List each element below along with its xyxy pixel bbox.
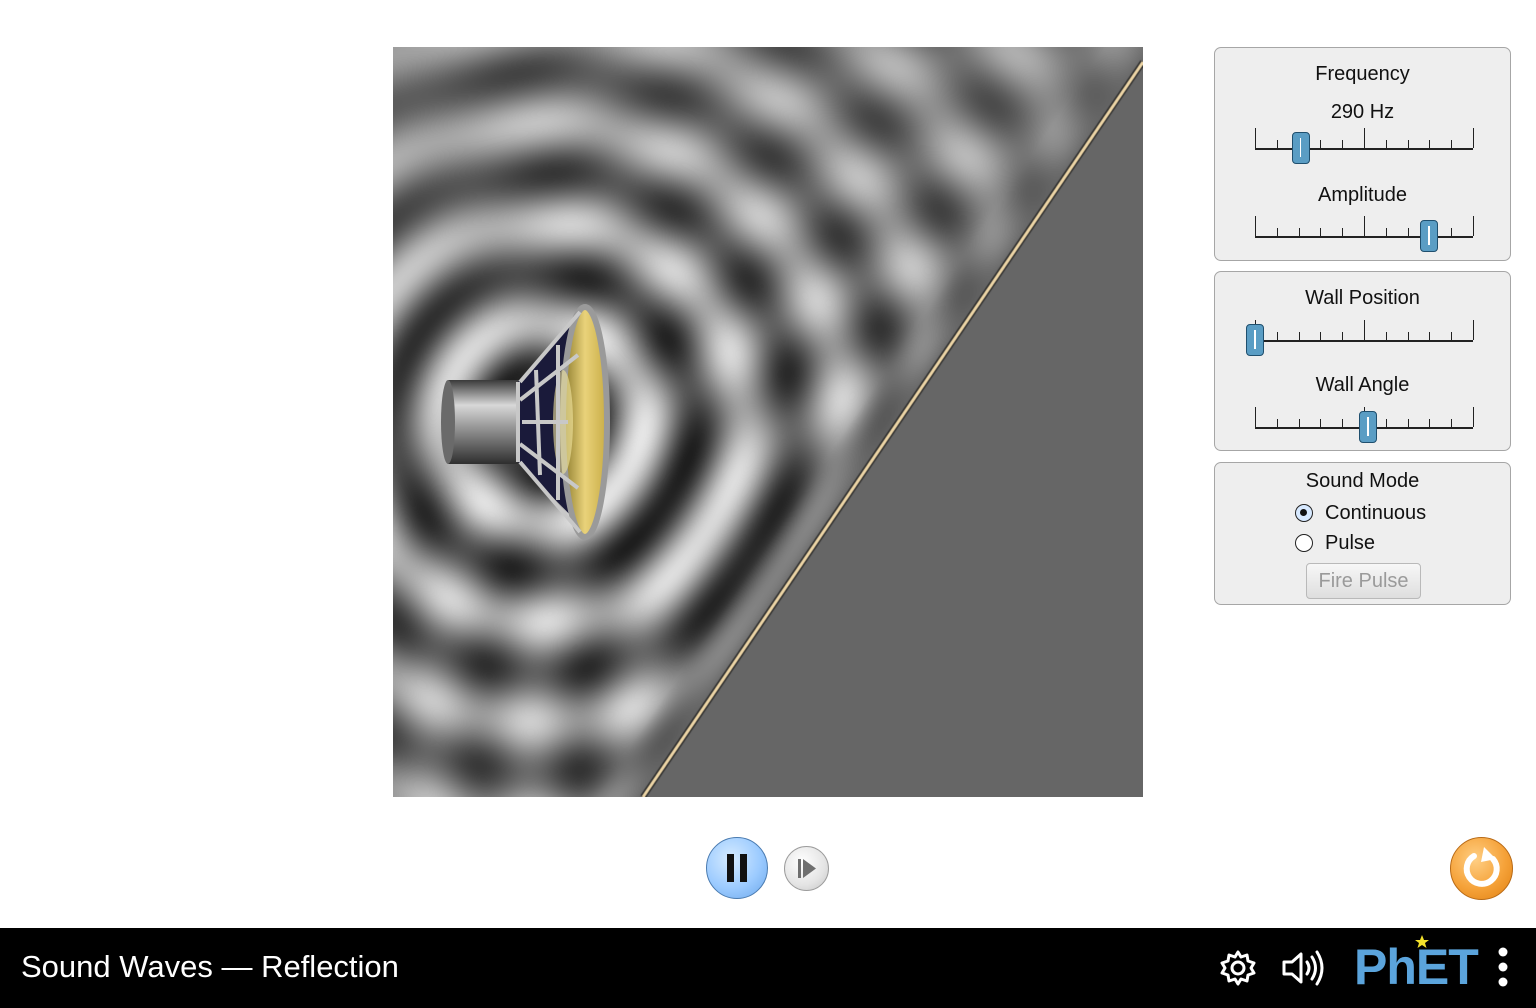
radio-pulse[interactable]: Pulse <box>1295 530 1375 556</box>
play-pause-button[interactable] <box>706 837 768 899</box>
slider-tick <box>1320 140 1322 148</box>
step-forward-button[interactable] <box>784 846 829 891</box>
frequency-slider[interactable] <box>1255 128 1474 172</box>
slider-tick <box>1429 140 1431 148</box>
slider-tick <box>1473 320 1474 340</box>
slider-tick <box>1385 419 1387 427</box>
settings-gear-icon[interactable] <box>1218 948 1258 988</box>
slider-tick <box>1407 228 1409 236</box>
slider-tick <box>1473 216 1474 236</box>
slider-tick <box>1407 140 1409 148</box>
slider-tick <box>1429 419 1431 427</box>
slider-tick <box>1364 320 1365 340</box>
slider-tick <box>1385 332 1387 340</box>
reset-all-button[interactable] <box>1450 837 1513 900</box>
step-forward-icon <box>798 859 816 878</box>
slider-tick <box>1255 216 1256 236</box>
sound-mode-label: Sound Mode <box>1305 470 1420 492</box>
slider-tick <box>1407 332 1409 340</box>
speaker-icon <box>441 304 610 540</box>
phet-logo-star-icon <box>1415 935 1429 948</box>
slider-tick <box>1255 128 1256 148</box>
wall-position-slider[interactable] <box>1246 320 1474 364</box>
frequency-label: Frequency <box>1315 63 1410 85</box>
wall-angle-label: Wall Angle <box>1315 374 1410 396</box>
radio-pulse-indicator[interactable] <box>1295 534 1313 552</box>
slider-track[interactable] <box>1255 148 1473 150</box>
slider-thumb[interactable] <box>1246 324 1264 356</box>
kebab-menu-icon[interactable] <box>1494 946 1512 990</box>
slider-tick <box>1385 140 1387 148</box>
radio-continuous[interactable]: Continuous <box>1295 500 1426 526</box>
slider-tick <box>1276 140 1278 148</box>
wall-position-label: Wall Position <box>1305 287 1420 309</box>
wave-controls-panel: Frequency 290 Hz Amplitude <box>1214 47 1511 261</box>
reset-icon <box>1463 847 1500 887</box>
fire-pulse-button[interactable]: Fire Pulse <box>1306 563 1421 599</box>
pause-icon <box>727 854 747 882</box>
slider-tick <box>1342 419 1344 427</box>
slider-tick <box>1451 332 1453 340</box>
slider-tick <box>1276 332 1278 340</box>
slider-tick <box>1451 228 1453 236</box>
radio-continuous-indicator[interactable] <box>1295 504 1313 522</box>
slider-tick <box>1451 140 1453 148</box>
wall-angle-slider[interactable] <box>1255 407 1474 451</box>
slider-tick <box>1298 228 1300 236</box>
slider-thumb[interactable] <box>1359 411 1378 443</box>
slider-tick <box>1276 419 1278 427</box>
sound-mode-panel: Sound Mode Continuous Pulse Fire Pulse <box>1214 462 1511 605</box>
slider-thumb[interactable] <box>1420 220 1439 252</box>
slider-tick <box>1342 140 1344 148</box>
amplitude-slider[interactable] <box>1255 216 1474 260</box>
slider-track[interactable] <box>1255 236 1473 238</box>
slider-thumb[interactable] <box>1291 132 1310 164</box>
sim-title: Sound Waves — Reflection <box>21 949 399 984</box>
slider-tick <box>1429 332 1431 340</box>
frequency-value: 290 Hz <box>1330 101 1395 123</box>
slider-tick <box>1255 407 1256 427</box>
radio-continuous-label: Continuous <box>1325 501 1427 524</box>
slider-tick <box>1320 419 1322 427</box>
slider-tick <box>1276 228 1278 236</box>
navigation-bar: Sound Waves — Reflection PhET <box>0 928 1536 1008</box>
slider-tick <box>1451 419 1453 427</box>
slider-tick <box>1364 216 1365 236</box>
slider-tick <box>1342 332 1344 340</box>
slider-tick <box>1364 128 1365 148</box>
slider-tick <box>1298 419 1300 427</box>
slider-tick <box>1473 128 1474 148</box>
slider-tick <box>1320 228 1322 236</box>
audio-icon[interactable] <box>1280 948 1326 988</box>
slider-tick <box>1473 407 1474 427</box>
slider-tick <box>1298 332 1300 340</box>
slider-tick <box>1385 228 1387 236</box>
slider-track[interactable] <box>1255 340 1473 342</box>
radio-pulse-label: Pulse <box>1325 531 1376 554</box>
amplitude-label: Amplitude <box>1318 184 1407 206</box>
slider-tick <box>1320 332 1322 340</box>
slider-tick <box>1407 419 1409 427</box>
wall-controls-panel: Wall Position Wall Angle <box>1214 271 1511 451</box>
slider-tick <box>1342 228 1344 236</box>
